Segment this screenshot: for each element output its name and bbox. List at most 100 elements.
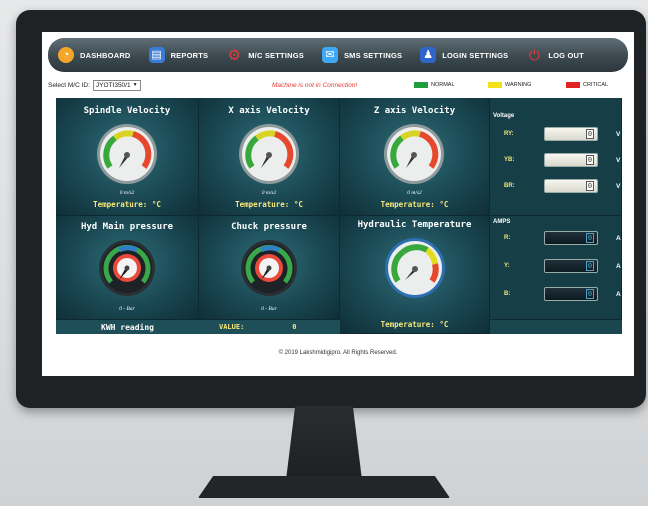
- chuck-pressure-unit: 0 - Bar: [261, 306, 277, 312]
- nav-sms-settings[interactable]: ✉ SMS SETTINGS: [321, 47, 403, 63]
- chuck-pressure-panel: Chuck pressure 0 - Bar: [199, 216, 340, 320]
- hydraulic-temperature-panel: Hydraulic Temperature Temperature: °C: [340, 216, 490, 334]
- user-settings-icon: ♟: [420, 47, 437, 63]
- spindle-temperature: Temperature: °C: [93, 200, 161, 209]
- voltage-yb-unit: V: [616, 157, 621, 164]
- kwh-reading-label: KWH reading: [101, 322, 154, 332]
- voltage-ry-value: 0: [586, 129, 594, 139]
- hydraulic-temperature-gauge: [385, 238, 445, 298]
- nav-mc-settings-label: M/C SETTINGS: [248, 50, 304, 60]
- kwh-value-cell: VALUE: 0: [199, 320, 340, 334]
- amps-y-label: Y:: [504, 263, 510, 269]
- monitor-stand-base: [198, 476, 450, 498]
- voltage-ry-display: 0: [544, 127, 598, 141]
- voltage-yb-display: 0: [544, 153, 598, 167]
- amps-b-value: 0: [586, 289, 594, 299]
- voltage-br-display: 0: [544, 179, 598, 193]
- spindle-velocity-gauge: [97, 124, 157, 184]
- z-axis-velocity-unit: 0 m/s2: [407, 190, 422, 196]
- x-axis-velocity-title: X axis Velocity: [228, 106, 310, 116]
- hydraulic-temperature-title: Hydraulic Temperature: [357, 220, 472, 230]
- nav-sms-settings-label: SMS SETTINGS: [343, 50, 403, 60]
- dashboard-panel: Spindle Velocity 0 m/s2 Temperature: °C …: [56, 98, 622, 334]
- spindle-velocity-panel: Spindle Velocity 0 m/s2 Temperature: °C: [56, 98, 199, 216]
- nav-reports-label: REPORTS: [170, 50, 209, 60]
- gear-icon: ⚙: [227, 46, 241, 64]
- hyd-main-pressure-gauge: [99, 240, 155, 296]
- hyd-main-pressure-unit: 0 - Bar: [119, 306, 135, 312]
- x-axis-velocity-panel: X axis Velocity 0 m/s2 Temperature: °C: [199, 98, 340, 216]
- legend-warning: WARNING: [488, 82, 531, 88]
- nav-mc-settings[interactable]: ⚙ M/C SETTINGS: [226, 47, 304, 63]
- voltage-yb-label: YB:: [504, 157, 515, 163]
- footer-copyright: © 2019 Lakshmidigipro. All Rights Reserv…: [278, 350, 398, 356]
- voltage-row-br: BR: 0 V: [490, 178, 621, 196]
- voltage-yb-value: 0: [586, 155, 594, 165]
- x-axis-velocity-unit: 0 m/s2: [261, 190, 277, 196]
- dashboard-gauge-icon: ◔: [58, 47, 74, 63]
- legend-critical-swatch: [566, 82, 580, 88]
- z-axis-velocity-gauge: [384, 124, 444, 184]
- voltage-ry-label: RY:: [504, 131, 514, 137]
- x-axis-temperature: Temperature: °C: [235, 200, 303, 209]
- amps-row-b: B: 0 A: [490, 286, 621, 304]
- monitor-screen: ◔ DASHBOARD ▤ REPORTS ⚙ M/C SETTINGS ✉ S…: [42, 32, 634, 376]
- voltage-br-value: 0: [586, 181, 594, 191]
- sms-icon: ✉: [321, 47, 338, 63]
- machine-select-value: JYOTI350/1: [95, 81, 131, 89]
- spindle-velocity-title: Spindle Velocity: [83, 106, 171, 116]
- amps-r-unit: A: [616, 235, 621, 242]
- nav-login-settings[interactable]: ♟ LOGIN SETTINGS: [420, 47, 508, 63]
- amps-b-label: B:: [504, 291, 511, 297]
- voltage-br-label: BR:: [504, 183, 515, 189]
- status-bar: Select M/C ID: JYOTI350/1 ▼ Machine is n…: [48, 78, 628, 92]
- legend-warning-swatch: [488, 82, 502, 88]
- voltage-ry-unit: V: [616, 131, 621, 138]
- chuck-pressure-title: Chuck pressure: [231, 222, 307, 232]
- hydraulic-temperature-value: Temperature: °C: [380, 320, 449, 329]
- amps-b-display: 0: [544, 287, 598, 301]
- amps-row-y: Y: 0 A: [490, 258, 621, 276]
- nav-log-out-label: LOG OUT: [548, 50, 584, 60]
- amps-y-value: 0: [586, 261, 594, 271]
- machine-select-label: Select M/C ID:: [48, 81, 90, 89]
- nav-log-out[interactable]: ⏻ LOG OUT: [526, 47, 584, 63]
- power-icon: ⏻: [528, 47, 540, 63]
- voltage-title: Voltage: [493, 113, 515, 119]
- connection-status-message: Machine is not in Connection!: [272, 81, 358, 89]
- legend-normal-label: NORMAL: [431, 82, 455, 88]
- voltage-br-unit: V: [616, 183, 621, 190]
- amps-row-r: R: 0 A: [490, 230, 621, 248]
- amps-r-label: R:: [504, 235, 511, 241]
- nav-reports[interactable]: ▤ REPORTS: [148, 47, 209, 63]
- kwh-value: 0: [292, 323, 297, 331]
- amps-title: AMPS: [493, 219, 511, 225]
- legend-critical: CRITICAL: [566, 82, 608, 88]
- hyd-main-pressure-panel: Hyd Main pressure 0 - Bar: [56, 216, 199, 320]
- hyd-main-pressure-title: Hyd Main pressure: [80, 222, 174, 232]
- machine-select-dropdown[interactable]: JYOTI350/1 ▼: [92, 79, 141, 91]
- z-axis-velocity-title: Z axis Velocity: [373, 106, 456, 116]
- chuck-pressure-gauge: [241, 240, 297, 296]
- chevron-down-icon: ▼: [132, 82, 138, 88]
- amps-r-display: 0: [544, 231, 598, 245]
- voltage-row-yb: YB: 0 V: [490, 152, 621, 170]
- legend-warning-label: WARNING: [505, 82, 532, 88]
- nav-dashboard-label: DASHBOARD: [80, 50, 131, 60]
- spindle-velocity-unit: 0 m/s2: [119, 190, 135, 196]
- x-axis-velocity-gauge: [239, 124, 299, 184]
- amps-y-unit: A: [616, 263, 621, 270]
- amps-panel: AMPS R: 0 A Y: 0 A B: 0 A: [490, 216, 622, 320]
- legend-normal: NORMAL: [414, 82, 455, 88]
- voltage-row-ry: RY: 0 V: [490, 126, 621, 144]
- main-navbar: ◔ DASHBOARD ▤ REPORTS ⚙ M/C SETTINGS ✉ S…: [48, 38, 628, 72]
- nav-dashboard[interactable]: ◔ DASHBOARD: [58, 47, 131, 63]
- legend-critical-label: CRITICAL: [583, 82, 609, 88]
- z-axis-velocity-panel: Z axis Velocity 0 m/s2 Temperature: °C: [340, 98, 490, 216]
- amps-y-display: 0: [544, 259, 598, 273]
- kwh-reading-label-cell: KWH reading: [56, 320, 199, 334]
- monitor-stand-neck: [286, 406, 362, 480]
- nav-login-settings-label: LOGIN SETTINGS: [442, 50, 509, 60]
- z-axis-temperature: Temperature: °C: [380, 200, 449, 209]
- report-icon: ▤: [148, 47, 165, 63]
